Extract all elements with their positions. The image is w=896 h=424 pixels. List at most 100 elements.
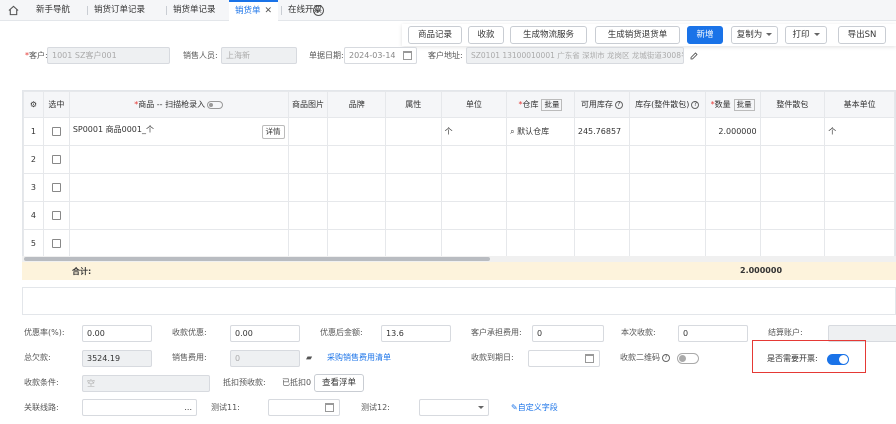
calendar-icon[interactable] [403, 51, 412, 60]
edit-icon: ✎ [511, 403, 518, 412]
copy-as-button[interactable]: 复制为 [731, 26, 778, 44]
table-row[interactable]: 2 [23, 145, 895, 174]
total-debt-label: 总欠款: [24, 353, 51, 362]
row-checkbox[interactable] [51, 127, 61, 136]
chevron-down-icon [478, 406, 484, 409]
due-date-field[interactable] [528, 350, 600, 367]
help-icon: ? [662, 353, 670, 362]
qr-toggle[interactable] [677, 353, 699, 364]
qr-label: 收款二维码? [620, 352, 670, 364]
unit-header: 单位 [440, 91, 508, 118]
quantity-cell[interactable]: 2.000000 [704, 117, 761, 146]
table-row[interactable]: 1 SP0001 商品0001_个 详情 个 ⌕ 默认仓库 245.76857 2… [23, 117, 895, 146]
customer-field[interactable]: 1001 SZ客户001 [47, 47, 170, 64]
logistics-button[interactable]: 生成物流服务 [510, 26, 587, 44]
deducted-label: 已抵扣0 [282, 378, 312, 387]
warehouse-cell[interactable]: ⌕ 默认仓库 [506, 117, 575, 146]
edit-icon[interactable] [690, 52, 698, 60]
sales-fee-field: 0 [230, 350, 300, 367]
row-checkbox[interactable] [51, 211, 61, 220]
test12-select[interactable] [419, 399, 489, 416]
help-icon: ? [691, 100, 700, 109]
home-icon[interactable] [8, 5, 19, 16]
table-row[interactable]: 4 [23, 201, 895, 230]
table-row[interactable]: 5 [23, 229, 895, 258]
sales-fee-label: 销售费用: [172, 353, 207, 362]
remarks-field[interactable] [22, 287, 896, 315]
search-icon[interactable]: ⌕ [510, 127, 514, 136]
available-header: 可用库存? [573, 91, 630, 118]
tab-bar: 新手导航 销货订单记录 销货单记录 销货单 ✕ 在线开票 [0, 0, 896, 21]
salesperson-label: 销售人员: [183, 51, 218, 60]
receipt-terms-field[interactable]: 空 [82, 375, 210, 392]
highlight-box [752, 340, 866, 373]
receipt-terms-label: 收款条件: [24, 378, 59, 387]
tab-guide[interactable]: 新手导航 [30, 0, 76, 21]
scan-toggle[interactable] [207, 100, 224, 109]
product-header: *商品 -- 扫描枪录入 [68, 91, 289, 118]
calendar-icon[interactable] [585, 354, 594, 363]
close-icon[interactable]: ✕ [265, 6, 273, 16]
return-order-button[interactable]: 生成销货退货单 [595, 26, 680, 44]
customer-fee-field[interactable]: 0 [532, 325, 604, 342]
receipt-discount-field[interactable]: 0.00 [230, 325, 300, 342]
more-tabs-icon[interactable] [313, 5, 324, 16]
discount-rate-field[interactable]: 0.00 [82, 325, 152, 342]
tab-sales-records[interactable]: 销货单记录 [166, 0, 222, 21]
receipt-discount-label: 收款优惠: [172, 328, 207, 337]
purchase-fee-link[interactable]: 采购销售费用清单 [327, 352, 391, 364]
chevron-down-icon [766, 33, 773, 36]
this-receipt-label: 本次收款: [621, 328, 656, 337]
toolbar: 商品记录 收款 生成物流服务 生成销货退货单 新增 复制为 打印 导出SN [402, 24, 896, 46]
quantity-header: *数量 批量 [704, 91, 761, 118]
image-header: 商品图片 [287, 91, 329, 118]
date-field[interactable]: 2024-03-14 [344, 47, 417, 64]
view-flow-button[interactable]: 查看浮单 [314, 374, 364, 392]
totals-row: 合计: 2.000000 [22, 262, 896, 280]
whole-pack-header: 整件散包 [759, 91, 826, 118]
warehouse-header: *仓库 批量 [506, 91, 575, 118]
custom-field-link[interactable]: ✎自定义字段 [511, 402, 558, 414]
base-unit-header: 基本单位 [824, 91, 895, 118]
row-checkbox[interactable] [51, 239, 61, 248]
calendar-icon[interactable] [325, 403, 334, 412]
scrollbar-thumb[interactable] [24, 257, 490, 261]
chevron-down-icon [813, 33, 820, 36]
test12-label: 测试12: [361, 403, 390, 412]
receipt-button[interactable]: 收款 [468, 26, 504, 44]
stock-pack-header: 库存(整件散包)? [628, 91, 706, 118]
total-debt-field: 3524.19 [82, 350, 152, 367]
total-label: 合计: [72, 267, 92, 276]
tab-sales-order[interactable]: 销货单 ✕ [229, 0, 279, 21]
select-header: 选中 [42, 91, 70, 118]
product-table: ⚙ 选中 *商品 -- 扫描枪录入 商品图片 品牌 属性 单位 *仓库 批量 可用… [23, 91, 895, 258]
product-cell[interactable]: SP0001 商品0001_个 详情 [68, 117, 289, 146]
attr-header: 属性 [385, 91, 442, 118]
salesperson-field[interactable]: 上海新 [221, 47, 297, 64]
due-date-label: 收款到期日: [471, 353, 514, 362]
print-button[interactable]: 打印 [785, 26, 827, 44]
export-sn-button[interactable]: 导出SN [838, 26, 886, 44]
detail-button[interactable]: 详情 [261, 125, 285, 139]
batch-quantity-button[interactable]: 批量 [733, 98, 755, 111]
tab-sales-order-records[interactable]: 销货订单记录 [86, 0, 151, 21]
grid-settings-icon[interactable]: ⚙ [23, 91, 44, 118]
discount-rate-label: 优惠率(%): [24, 328, 65, 337]
address-field[interactable]: SZ0101 13100010001 广东省 深圳市 龙岗区 龙城街道3008号 [466, 47, 684, 64]
brand-header: 品牌 [327, 91, 386, 118]
unit-cell[interactable]: 个 [440, 117, 508, 146]
related-route-field[interactable]: ... [82, 399, 197, 416]
product-records-button[interactable]: 商品记录 [408, 26, 462, 44]
new-button[interactable]: 新增 [687, 26, 723, 44]
available-cell: 245.76857 [573, 117, 630, 146]
row-checkbox[interactable] [51, 183, 61, 192]
after-discount-field[interactable]: 13.6 [381, 325, 451, 342]
test11-field[interactable] [268, 399, 340, 416]
row-checkbox[interactable] [51, 155, 61, 164]
batch-warehouse-button[interactable]: 批量 [541, 98, 563, 111]
table-row[interactable]: 3 [23, 173, 895, 202]
this-receipt-field[interactable]: 0 [678, 325, 748, 342]
customer-fee-label: 客户承担费用: [471, 328, 522, 337]
total-quantity: 2.000000 [740, 266, 783, 275]
folder-icon: ▰ [306, 353, 313, 362]
